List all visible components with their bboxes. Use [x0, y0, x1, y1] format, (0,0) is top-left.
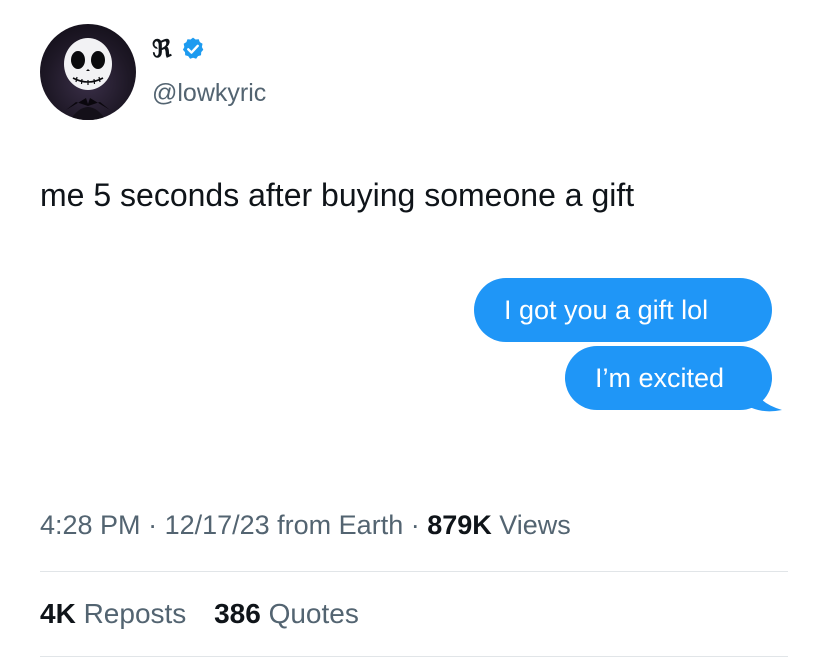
engagement-stats: 4K Reposts 386 Quotes [40, 596, 379, 632]
tweet-meta: 4:28 PM · 12/17/23 from Earth · 879K Vie… [40, 508, 571, 542]
reposts-count: 4K [40, 598, 76, 629]
message-text: I’m excited [595, 363, 725, 393]
skeleton-avatar-icon [64, 38, 112, 120]
author-handle[interactable]: @lowkyric [152, 78, 266, 108]
message-bubble: I got you a gift lol [474, 278, 772, 342]
tweet-text: me 5 seconds after buying someone a gift [40, 177, 635, 213]
reposts-link[interactable]: 4K Reposts [40, 598, 186, 629]
meta-separator: · [140, 510, 165, 540]
message-bubble: I’m excited [565, 346, 772, 410]
verified-badge-icon[interactable] [180, 36, 206, 62]
tweet-time[interactable]: 4:28 PM [40, 510, 141, 540]
message-text: I got you a gift lol [504, 295, 709, 325]
tweet-date[interactable]: 12/17/23 [165, 510, 270, 540]
tweet-location: from Earth [269, 510, 404, 540]
quotes-count: 386 [214, 598, 261, 629]
reposts-label: Reposts [83, 598, 187, 629]
quotes-link[interactable]: 386 Quotes [214, 598, 359, 629]
author-name-row[interactable]: ℜ [152, 34, 206, 64]
quotes-label: Quotes [268, 598, 359, 629]
divider [40, 571, 788, 572]
author-display-name[interactable]: ℜ [152, 34, 172, 64]
views-count: 879K [427, 510, 492, 540]
views-label: Views [491, 510, 571, 540]
meta-separator: · [403, 510, 428, 540]
author-avatar[interactable] [40, 24, 136, 120]
divider [40, 656, 788, 657]
